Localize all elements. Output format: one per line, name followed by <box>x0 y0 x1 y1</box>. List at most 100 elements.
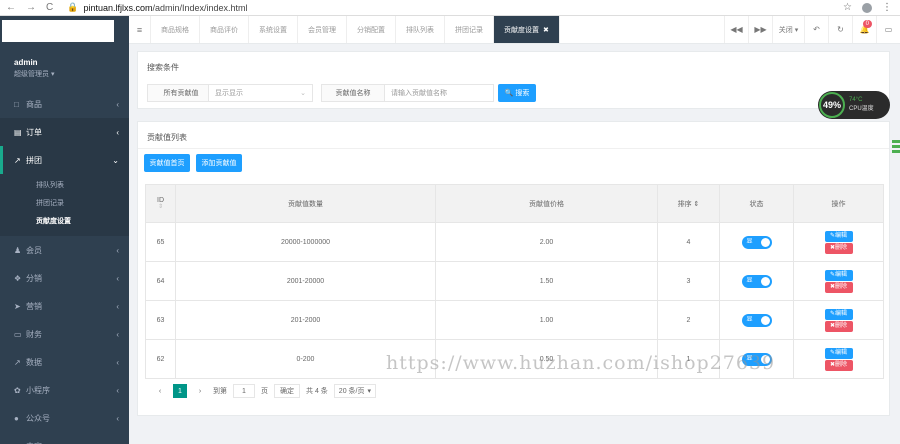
table-row: 64 2001-20000 1.50 3 显 ✎编辑 ✖删除 <box>145 261 884 301</box>
sidebar-item-marketing[interactable]: ➤ 营销 ‹ <box>0 292 129 320</box>
url-host: pintuan.lfjlxs.com <box>83 2 153 13</box>
bell-icon[interactable]: 🔔 0 <box>852 16 876 43</box>
more-icon[interactable]: ⋮ <box>882 2 892 13</box>
pagination: ‹ 1 › 到第 1 页 确定 共 4 条 20 条/页 ▾ <box>153 384 376 398</box>
sidebar-subitem-records[interactable]: 拼团记录 <box>0 194 129 212</box>
tab-system-settings[interactable]: 系统设置 <box>249 16 298 43</box>
refresh-icon[interactable]: ↻ <box>828 16 852 43</box>
lock-icon: 🔒 <box>67 2 79 12</box>
cell-amount: 201-2000 <box>175 300 436 340</box>
col-id[interactable]: ID ⇕ <box>145 184 176 223</box>
sidebar-item-goods[interactable]: □ 商品 ‹ <box>0 90 129 118</box>
col-sort[interactable]: 排序 ⇕ <box>657 184 720 223</box>
delete-button[interactable]: ✖删除 <box>824 320 853 332</box>
delete-button[interactable]: ✖删除 <box>824 281 853 293</box>
chevron-down-icon: ⌄ <box>300 90 306 97</box>
prev-page-icon[interactable]: ‹ <box>153 384 167 398</box>
user-role: 超级管理员 ▾ <box>14 71 55 78</box>
name-search-input[interactable]: 请输入贡献值名称 <box>384 84 494 102</box>
tab-pintuan-records[interactable]: 拼团记录 <box>445 16 494 43</box>
chart-area-icon: ↗ <box>14 357 21 367</box>
scroll-right-icon[interactable]: ▶▶ <box>748 16 772 43</box>
status-toggle[interactable]: 显 <box>741 313 772 327</box>
tab-queue-list[interactable]: 排队列表 <box>396 16 445 43</box>
search-button[interactable]: 🔍 搜索 <box>498 84 536 102</box>
tab-member-management[interactable]: 会员管理 <box>298 16 347 43</box>
goto-page-input[interactable]: 1 <box>233 384 255 398</box>
status-toggle[interactable]: 显 <box>741 274 772 288</box>
sort-icon[interactable]: ⇕ <box>694 201 700 208</box>
cell-amount: 20000-1000000 <box>175 222 436 262</box>
cell-id: 65 <box>145 222 176 262</box>
sidebar-item-label: 商品 <box>26 99 42 109</box>
edit-button[interactable]: ✎编辑 <box>824 308 853 320</box>
tab-contribution-settings[interactable]: 贡献度设置 ✖ <box>494 16 560 43</box>
sidebar-item-official-account[interactable]: ● 公众号 ‹ <box>0 404 129 432</box>
sidebar-item-content[interactable]: ▥ 内容 ‹ <box>0 432 129 444</box>
sidebar-item-label: 财务 <box>26 329 42 339</box>
toggle-knob <box>760 276 770 286</box>
name-label: 贡献值名称 <box>321 84 385 102</box>
watermark: https://www.huzhan.com/ishop27639 <box>386 352 776 374</box>
page-size-select[interactable]: 20 条/页 ▾ <box>333 384 376 398</box>
sidebar-item-pintuan[interactable]: ↗ 拼团 ⌄ <box>0 146 129 174</box>
goto-confirm-button[interactable]: 确定 <box>274 384 300 398</box>
close-icon[interactable]: ✖ <box>543 26 549 34</box>
display-select[interactable]: 显示显示 ⌄ <box>208 84 313 102</box>
back-icon[interactable]: ← <box>6 2 16 13</box>
cell-status: 显 <box>719 300 794 340</box>
sidebar-item-finance[interactable]: ▭ 财务 ‹ <box>0 320 129 348</box>
cell-price: 2.00 <box>435 222 658 262</box>
tab-goods-spec[interactable]: 商品规格 <box>151 16 200 43</box>
profile-avatar[interactable] <box>862 2 872 13</box>
cpu-temp-label: CPU温度 <box>849 106 874 112</box>
delete-button[interactable]: ✖删除 <box>824 359 853 371</box>
edit-button[interactable]: ✎编辑 <box>824 269 853 281</box>
close-tabs-dropdown[interactable]: 关闭 ▾ <box>772 16 804 43</box>
sidebar-item-label: 数据 <box>26 357 42 367</box>
delete-button[interactable]: ✖删除 <box>824 242 853 254</box>
back-icon[interactable]: ↶ <box>804 16 828 43</box>
flower-icon: ✿ <box>14 385 21 395</box>
goto-label: 到第 <box>213 388 227 395</box>
status-toggle[interactable]: 显 <box>741 235 772 249</box>
next-page-icon[interactable]: › <box>193 384 207 398</box>
col-sort-label: 排序 <box>677 200 692 208</box>
star-icon[interactable]: ☆ <box>843 2 852 13</box>
sidebar-item-data[interactable]: ↗ 数据 ‹ <box>0 348 129 376</box>
tab-goods-review[interactable]: 商品评价 <box>200 16 249 43</box>
fullscreen-icon[interactable]: ▭ <box>876 16 900 43</box>
user-icon: ♟ <box>14 245 22 255</box>
edit-button[interactable]: ✎编辑 <box>824 347 853 359</box>
search-title: 搜索条件 <box>147 63 179 72</box>
sidebar-subitem-queue[interactable]: 排队列表 <box>0 176 129 194</box>
cell-id: 64 <box>145 261 176 301</box>
edit-label: 编辑 <box>835 271 848 278</box>
add-contribution-button[interactable]: 添加贡献值 <box>196 154 242 172</box>
cell-amount: 2001-20000 <box>175 261 436 301</box>
sidebar-item-members[interactable]: ♟ 会员 ‹ <box>0 236 129 264</box>
browser-nav: ← → C <box>0 2 53 13</box>
address-bar[interactable]: 🔒 pintuan.lfjlxs.com/admin/Index/index.h… <box>67 2 247 13</box>
scroll-left-icon[interactable]: ◀◀ <box>724 16 748 43</box>
tab-distribution-config[interactable]: 分销配置 <box>347 16 396 43</box>
sidebar-item-orders[interactable]: ▤ 订单 ‹ <box>0 118 129 146</box>
page-current[interactable]: 1 <box>173 384 187 398</box>
edit-button[interactable]: ✎编辑 <box>824 230 853 242</box>
sort-icon[interactable]: ⇕ <box>146 204 175 210</box>
cell-price: 1.00 <box>435 300 658 340</box>
forward-icon[interactable]: → <box>26 2 36 13</box>
search-panel: 搜索条件 所有贡献值 显示显示 ⌄ 贡献值名称 请输入贡献值名称 🔍 搜索 <box>137 51 890 109</box>
reload-icon[interactable]: C <box>46 2 53 13</box>
contribution-home-button[interactable]: 贡献值首页 <box>144 154 190 172</box>
menu-toggle-icon[interactable]: ≡ <box>129 16 151 43</box>
cpu-monitor-widget[interactable]: 49% 74°C CPU温度 <box>818 91 890 119</box>
cell-actions: ✎编辑 ✖删除 <box>793 300 884 340</box>
notification-badge: 0 <box>862 20 872 28</box>
delete-label: 删除 <box>835 361 848 368</box>
toggle-knob <box>760 315 770 325</box>
sidebar-item-miniprogram[interactable]: ✿ 小程序 ‹ <box>0 376 129 404</box>
user-info[interactable]: admin 超级管理员 ▾ <box>14 58 54 79</box>
sidebar-subitem-contribution[interactable]: 贡献度设置 <box>0 212 129 230</box>
sidebar-item-distribution[interactable]: ❖ 分销 ‹ <box>0 264 129 292</box>
